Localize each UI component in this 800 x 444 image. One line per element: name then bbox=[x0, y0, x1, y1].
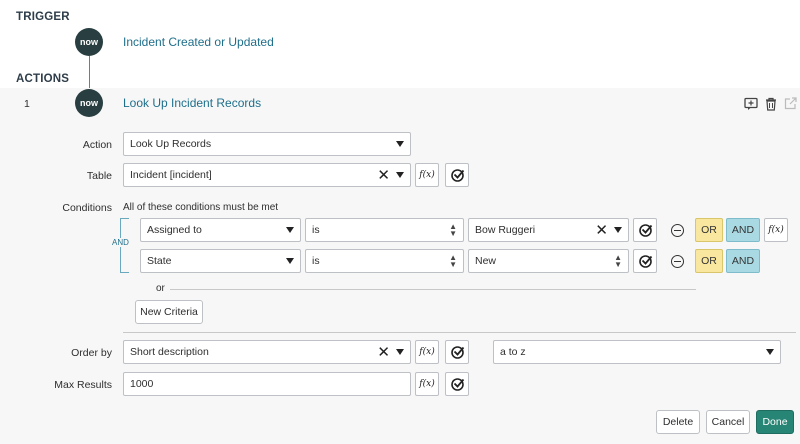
chevron-down-icon bbox=[396, 349, 404, 355]
action-field-label: Action bbox=[82, 139, 112, 151]
chevron-down-icon bbox=[396, 141, 404, 147]
table-select[interactable]: Incident [incident] ✕ bbox=[123, 163, 411, 187]
condition-field-select[interactable]: Assigned to bbox=[140, 218, 301, 242]
order-direction-select[interactable]: a to z bbox=[493, 340, 781, 364]
conditions-field-label: Conditions bbox=[62, 202, 112, 214]
fx-label: f(x) bbox=[768, 225, 784, 235]
condition-value-select[interactable]: New ▲ ▼ bbox=[468, 249, 629, 273]
or-separator-label: or bbox=[153, 283, 168, 294]
table-select-value: Incident [incident] bbox=[130, 169, 212, 181]
action-title[interactable]: Look Up Incident Records bbox=[123, 96, 261, 110]
data-pill-picker-icon bbox=[638, 254, 652, 268]
max-results-value: 1000 bbox=[130, 378, 154, 390]
condition-operator-select[interactable]: is ▲ ▼ bbox=[305, 249, 464, 273]
order-by-value: Short description bbox=[130, 346, 209, 358]
and-button[interactable]: AND bbox=[726, 249, 760, 273]
and-button[interactable]: AND bbox=[726, 218, 760, 242]
order-by-select[interactable]: Short description ✕ bbox=[123, 340, 411, 364]
action-select[interactable]: Look Up Records bbox=[123, 132, 411, 156]
cancel-button[interactable]: Cancel bbox=[706, 410, 750, 434]
fx-label: f(x) bbox=[419, 170, 435, 180]
trigger-section-label: TRIGGER bbox=[16, 11, 70, 23]
close-icon[interactable]: ✕ bbox=[377, 168, 390, 183]
fx-label: f(x) bbox=[419, 347, 435, 357]
step-number: 1 bbox=[24, 98, 30, 110]
done-button[interactable]: Done bbox=[756, 410, 794, 434]
comment-add-icon[interactable] bbox=[744, 97, 758, 111]
condition-value-select[interactable]: Bow Ruggeri ✕ bbox=[468, 218, 629, 242]
actions-section-label: ACTIONS bbox=[16, 73, 70, 85]
table-fx-button[interactable]: f(x) bbox=[415, 163, 439, 187]
minus-circle-icon[interactable] bbox=[671, 255, 684, 268]
or-button[interactable]: OR bbox=[695, 218, 723, 242]
condition-data-pill-picker-button[interactable] bbox=[633, 249, 657, 273]
chevron-down-icon bbox=[286, 227, 294, 233]
or-button[interactable]: OR bbox=[695, 249, 723, 273]
now-logo-text: now bbox=[80, 37, 98, 47]
data-pill-picker-icon bbox=[450, 168, 464, 182]
divider bbox=[123, 332, 796, 333]
data-pill-picker-icon bbox=[450, 377, 464, 391]
chevron-down-icon bbox=[614, 227, 622, 233]
now-logo-icon: now bbox=[75, 89, 103, 117]
open-external-icon[interactable] bbox=[784, 97, 797, 110]
trash-icon[interactable] bbox=[765, 97, 777, 111]
max-results-field-label: Max Results bbox=[54, 379, 112, 391]
condition-field-select[interactable]: State bbox=[140, 249, 301, 273]
max-results-data-pill-picker-button[interactable] bbox=[445, 372, 469, 396]
order-by-data-pill-picker-button[interactable] bbox=[445, 340, 469, 364]
order-direction-value: a to z bbox=[500, 346, 526, 358]
conditions-caption: All of these conditions must be met bbox=[123, 202, 279, 213]
condition-field-value: State bbox=[147, 255, 172, 267]
chevron-down-icon bbox=[396, 172, 404, 178]
max-results-input[interactable]: 1000 bbox=[123, 372, 411, 396]
trigger-title[interactable]: Incident Created or Updated bbox=[123, 35, 274, 49]
and-connector-label: AND bbox=[111, 238, 130, 247]
delete-button[interactable]: Delete bbox=[656, 410, 700, 434]
condition-operator-value: is bbox=[312, 255, 320, 267]
data-pill-picker-icon bbox=[638, 223, 652, 237]
fx-label: f(x) bbox=[419, 379, 435, 389]
condition-value: New bbox=[475, 255, 497, 267]
condition-value: Bow Ruggeri bbox=[475, 224, 536, 236]
new-criteria-button[interactable]: New Criteria bbox=[135, 300, 203, 324]
condition-operator-value: is bbox=[312, 224, 320, 236]
or-separator-line bbox=[170, 289, 696, 290]
action-select-value: Look Up Records bbox=[130, 138, 212, 150]
now-logo-icon: now bbox=[75, 28, 103, 56]
order-by-fx-button[interactable]: f(x) bbox=[415, 340, 439, 364]
updown-arrows-icon: ▲ ▼ bbox=[449, 222, 457, 238]
now-logo-text: now bbox=[80, 98, 98, 108]
close-icon[interactable]: ✕ bbox=[595, 223, 608, 238]
chevron-down-icon bbox=[766, 349, 774, 355]
order-by-field-label: Order by bbox=[71, 347, 112, 359]
condition-operator-select[interactable]: is ▲ ▼ bbox=[305, 218, 464, 242]
condition-field-value: Assigned to bbox=[147, 224, 202, 236]
max-results-fx-button[interactable]: f(x) bbox=[415, 372, 439, 396]
flow-connector-line bbox=[89, 56, 90, 88]
updown-arrows-icon: ▲ ▼ bbox=[449, 253, 457, 269]
minus-circle-icon[interactable] bbox=[671, 224, 684, 237]
updown-arrows-icon: ▲ ▼ bbox=[614, 253, 622, 269]
table-field-label: Table bbox=[86, 170, 112, 182]
chevron-down-icon bbox=[286, 258, 294, 264]
condition-data-pill-picker-button[interactable] bbox=[633, 218, 657, 242]
data-pill-picker-icon bbox=[450, 345, 464, 359]
table-data-pill-picker-button[interactable] bbox=[445, 163, 469, 187]
condition-fx-button[interactable]: f(x) bbox=[764, 218, 788, 242]
close-icon[interactable]: ✕ bbox=[377, 345, 390, 360]
